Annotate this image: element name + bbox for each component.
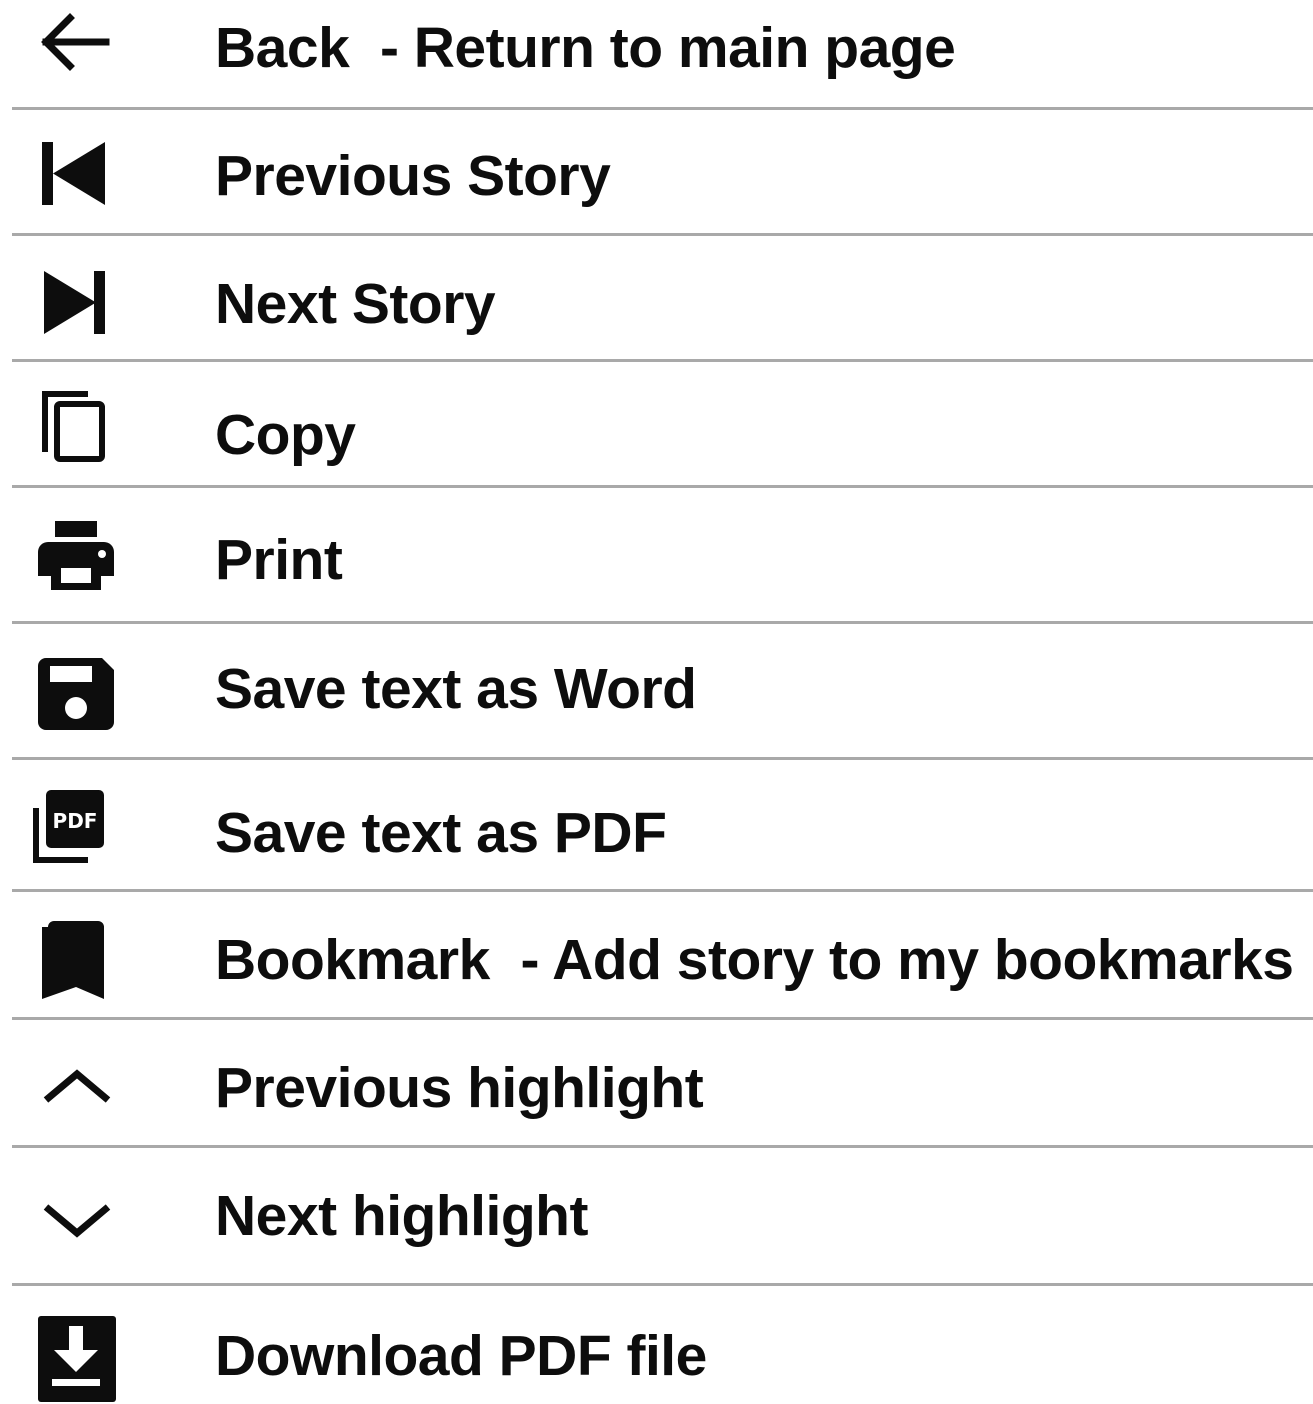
menu-item-label: Save text as Word — [215, 657, 697, 721]
copy-icon — [30, 382, 120, 472]
floppy-disk-icon — [30, 648, 120, 738]
actions-menu: Back - Return to main page Previous Stor… — [0, 0, 1313, 1402]
menu-item-bookmark[interactable]: Bookmark - Add story to my bookmarks — [0, 892, 1313, 1018]
skip-previous-icon — [30, 128, 120, 218]
menu-item-label: Print — [215, 528, 343, 592]
bookmark-icon — [30, 913, 120, 1003]
menu-item-previous-story[interactable]: Previous Story — [0, 110, 1313, 234]
menu-item-save-pdf[interactable]: PDF Save text as PDF — [0, 760, 1313, 890]
chevron-down-icon — [30, 1175, 120, 1265]
pdf-file-icon: PDF — [30, 782, 120, 872]
chevron-up-icon — [30, 1044, 120, 1134]
menu-item-save-word[interactable]: Save text as Word — [0, 624, 1313, 758]
menu-item-copy[interactable]: Copy — [0, 362, 1313, 486]
menu-item-print[interactable]: Print — [0, 488, 1313, 622]
menu-item-next-highlight[interactable]: Next highlight — [0, 1148, 1313, 1284]
svg-text:PDF: PDF — [53, 809, 98, 833]
arrow-left-icon — [30, 0, 120, 90]
menu-item-next-story[interactable]: Next Story — [0, 236, 1313, 360]
menu-item-label: Next highlight — [215, 1184, 588, 1248]
menu-item-label: Bookmark - Add story to my bookmarks — [215, 928, 1294, 992]
menu-item-back[interactable]: Back - Return to main page — [0, 0, 1313, 108]
skip-next-icon — [30, 257, 120, 347]
menu-item-label: Previous Story — [215, 144, 611, 208]
menu-item-label: Back - Return to main page — [215, 16, 956, 80]
menu-item-label: Copy — [215, 403, 356, 467]
download-icon — [30, 1314, 120, 1404]
menu-item-label: Download PDF file — [215, 1324, 707, 1388]
menu-item-label: Previous highlight — [215, 1056, 704, 1120]
menu-item-previous-highlight[interactable]: Previous highlight — [0, 1020, 1313, 1146]
printer-icon — [30, 512, 120, 602]
menu-item-label: Next Story — [215, 272, 496, 336]
menu-item-download-pdf[interactable]: Download PDF file — [0, 1286, 1313, 1402]
menu-item-label: Save text as PDF — [215, 801, 667, 865]
